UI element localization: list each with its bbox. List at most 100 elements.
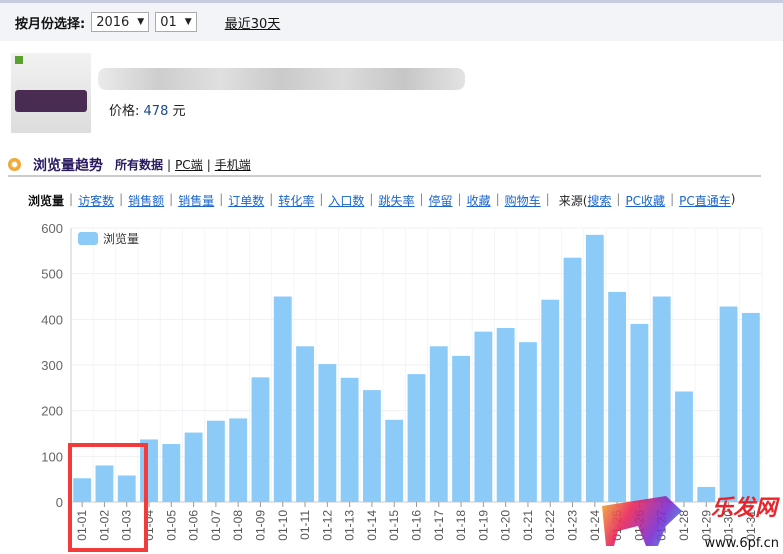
x-tick-label: 01-08 <box>231 510 245 541</box>
source-link[interactable]: PC直通车 <box>679 192 731 209</box>
x-tick-label: 01-21 <box>521 510 535 541</box>
month-value: 01 <box>160 14 177 30</box>
bar-01-27[interactable] <box>652 296 671 503</box>
bar-01-09[interactable] <box>251 377 270 502</box>
bull-logo-icon <box>602 496 682 546</box>
separator: | <box>206 157 211 172</box>
year-value: 2016 <box>96 14 130 30</box>
bar-01-21[interactable] <box>519 342 537 502</box>
x-tick-label: 01-06 <box>187 510 201 541</box>
y-tick-label: 600 <box>41 221 63 236</box>
sofa-image <box>15 90 87 112</box>
y-tick-label: 300 <box>41 358 63 373</box>
bar-01-23[interactable] <box>563 257 582 502</box>
y-tick-label: 200 <box>41 404 63 419</box>
metric-tab[interactable]: 访客数 <box>78 192 114 209</box>
bar-01-05[interactable] <box>162 444 181 502</box>
metric-tab[interactable]: 浏览量 <box>28 192 64 209</box>
month-select[interactable]: 01 ▼ <box>155 12 197 32</box>
x-tick-label: 01-10 <box>276 510 290 541</box>
price-unit: 元 <box>172 104 186 119</box>
metric-tab[interactable]: 跳失率 <box>378 192 414 209</box>
product-image[interactable] <box>11 53 91 133</box>
bar-01-16[interactable] <box>407 374 426 502</box>
metric-tab[interactable]: 订单数 <box>228 192 264 209</box>
x-tick-label: 01-18 <box>454 510 468 541</box>
y-tick-label: 400 <box>41 312 63 327</box>
watermark-url: www.6pf.cn <box>704 536 779 551</box>
bar-01-14[interactable] <box>363 390 381 502</box>
source-link[interactable]: 搜索 <box>587 192 611 209</box>
metric-tab[interactable]: 购物车 <box>505 192 541 209</box>
brand-logo-icon <box>15 56 23 64</box>
x-tick-label: 01-05 <box>164 510 178 541</box>
x-tick-label: 01-11 <box>298 510 312 540</box>
bar-01-18[interactable] <box>452 355 470 502</box>
bar-01-28[interactable] <box>675 391 693 502</box>
legend-label[interactable]: 浏览量 <box>103 231 139 246</box>
watermark: 乐发网 www.6pf.cn <box>600 488 783 554</box>
separator: | <box>419 192 424 206</box>
bar-01-07[interactable] <box>206 420 225 502</box>
metric-tab[interactable]: 销售额 <box>128 192 164 209</box>
x-tick-label: 01-19 <box>476 510 490 541</box>
x-tick-label: 01-12 <box>320 510 334 541</box>
product-price: 价格: 478 元 <box>109 100 186 119</box>
x-tick-label: 01-23 <box>566 510 580 541</box>
month-filter-label: 按月份选择: <box>15 16 86 32</box>
bar-01-10[interactable] <box>273 296 292 503</box>
bar-01-19[interactable] <box>474 331 493 502</box>
metric-tabs: 浏览量 | 访客数 | 销售额 | 销售量 | 订单数 | 转化率 | 入口数 | 跳失率 | 停留 | 收藏 | 购物… <box>28 192 735 209</box>
metric-tab[interactable]: 销售量 <box>178 192 214 209</box>
separator: | <box>119 192 124 206</box>
source-suffix: ) <box>730 192 736 206</box>
separator: | <box>319 192 324 206</box>
bar-01-06[interactable] <box>184 432 203 502</box>
metric-tab[interactable]: 停留 <box>429 192 453 209</box>
x-tick-label: 01-07 <box>209 510 223 541</box>
y-tick-label: 100 <box>41 449 63 464</box>
bar-01-08[interactable] <box>229 418 248 502</box>
bar-01-20[interactable] <box>496 328 515 502</box>
price-label: 价格: <box>109 104 140 119</box>
separator: | <box>616 192 621 206</box>
source-link[interactable]: PC收藏 <box>625 192 665 209</box>
price-value: 478 <box>143 104 169 119</box>
separator: | <box>457 192 462 206</box>
source-all-tab[interactable]: 所有数据 <box>115 156 163 173</box>
bar-01-15[interactable] <box>385 419 404 502</box>
bar-01-24[interactable] <box>585 234 604 502</box>
source-mobile-tab[interactable]: 手机端 <box>215 156 251 173</box>
bar-01-11[interactable] <box>296 346 314 502</box>
separator: | <box>219 192 224 206</box>
section-header: 浏览量趋势 所有数据 | PC端 | 手机端 <box>8 154 761 177</box>
dropdown-arrow-icon: ▼ <box>184 17 192 27</box>
bar-01-31[interactable] <box>741 312 760 502</box>
metric-tab[interactable]: 收藏 <box>467 192 491 209</box>
bar-01-12[interactable] <box>318 364 337 502</box>
watermark-text: 乐发网 <box>710 496 777 521</box>
recent-30-days-link[interactable]: 最近30天 <box>225 13 281 32</box>
separator: | <box>670 192 675 206</box>
legend-swatch <box>78 232 98 245</box>
x-tick-label: 01-17 <box>432 510 446 541</box>
product-title-blurred <box>98 68 465 90</box>
x-tick-label: 01-22 <box>543 510 557 541</box>
section-title: 浏览量趋势 <box>33 157 103 174</box>
bar-01-17[interactable] <box>429 346 448 502</box>
bar-01-26[interactable] <box>630 323 649 502</box>
x-tick-label: 01-14 <box>365 510 379 541</box>
bar-01-22[interactable] <box>541 299 560 502</box>
separator: | <box>167 157 172 172</box>
separator: | <box>495 192 500 206</box>
x-tick-label: 01-09 <box>253 510 267 541</box>
year-select[interactable]: 2016 ▼ <box>91 12 150 32</box>
dropdown-arrow-icon: ▼ <box>137 17 145 27</box>
metric-tab[interactable]: 入口数 <box>328 192 364 209</box>
bar-01-30[interactable] <box>719 306 738 502</box>
x-tick-label: 01-20 <box>499 510 513 541</box>
metric-tab[interactable]: 转化率 <box>278 192 314 209</box>
bar-01-13[interactable] <box>340 377 359 502</box>
source-pc-tab[interactable]: PC端 <box>175 156 203 173</box>
bar-01-25[interactable] <box>608 291 627 502</box>
